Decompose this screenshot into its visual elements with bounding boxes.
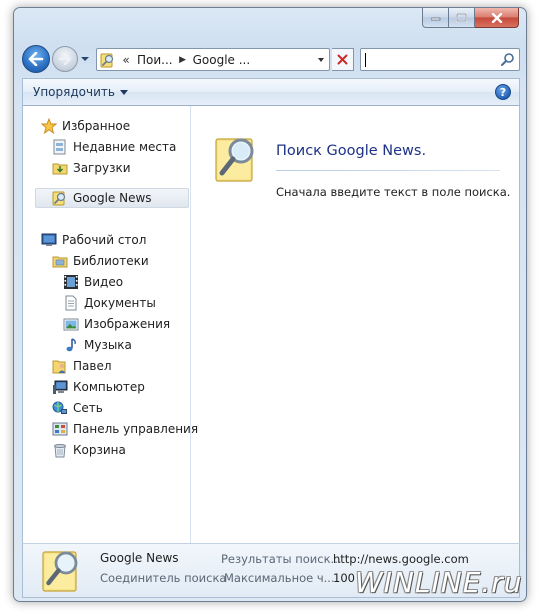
search-connector-large-icon [215,138,254,182]
recent-pages-dropdown-icon[interactable] [80,55,90,63]
explorer-window: « Пои... ▶ Google ... Упорядочить ? Избр… [13,7,527,602]
computer-icon [51,378,69,396]
details-item-type: Соединитель поиска [100,571,227,585]
sidebar-item-label: Избранное [62,119,131,133]
sidebar-item-label: Рабочий стол [62,233,147,247]
documents-library-icon [62,294,80,312]
back-button[interactable] [22,45,50,73]
recycle-bin-icon [51,441,69,459]
arrow-left-icon [28,52,44,66]
caption-buttons [422,8,519,28]
sidebar-item-google-news[interactable]: Google News [35,188,189,208]
sidebar-item-label: Панель управления [73,422,199,436]
navigation-bar: « Пои... ▶ Google ... [22,43,520,75]
maximize-icon [455,12,467,22]
address-bar[interactable]: « Пои... ▶ Google ... [96,48,330,71]
title-divider [276,170,500,171]
sidebar-item-label: Корзина [73,443,126,457]
star-icon [40,117,58,135]
organize-label: Упорядочить [33,85,115,99]
address-dropdown[interactable] [313,49,329,70]
sidebar-item-label: Загрузки [73,161,131,175]
sidebar-item-label: Видео [84,275,124,289]
details-prop-label: Максимальное ч... [224,571,335,585]
sidebar-item-documents[interactable]: Документы [62,293,156,313]
sidebar-item-video[interactable]: Видео [62,272,123,292]
sidebar-item-control-panel[interactable]: Панель управления [51,419,198,439]
sidebar-item-recycle-bin[interactable]: Корзина [51,440,126,460]
organize-button[interactable]: Упорядочить [33,85,128,99]
watermark: WINLINE.ru [355,566,523,599]
search-connector-large-icon [42,551,78,592]
stop-search-button[interactable] [332,48,354,71]
sidebar-item-desktop[interactable]: Рабочий стол [40,230,146,250]
sidebar-item-label: Изображения [84,317,171,331]
sidebar-item-label: Документы [84,296,156,310]
chevron-down-icon [119,89,128,95]
details-prop-value[interactable]: http://news.google.com [333,552,469,566]
downloads-folder-icon [51,159,69,177]
minimize-button[interactable] [422,8,449,28]
search-connector-icon [51,189,69,207]
chevron-right-icon[interactable]: ▶ [177,55,189,65]
details-prop-label: Результаты поиск... [221,552,342,566]
maximize-button[interactable] [449,8,475,28]
details-item-name: Google News [100,551,179,565]
sidebar-item-downloads[interactable]: Загрузки [51,158,131,178]
desktop-icon [40,231,58,249]
search-input[interactable] [365,51,495,68]
sidebar-item-favorites[interactable]: Избранное [40,116,130,136]
sidebar-item-network[interactable]: Сеть [51,398,103,418]
chevron-down-icon [318,57,324,62]
main-area: Избранное Недавние места Загрузки Google… [22,106,520,543]
empty-search-message: Сначала введите текст в поле поиска. [276,185,511,199]
stop-icon [337,54,348,65]
user-folder-icon [51,357,69,375]
navigation-pane: Избранное Недавние места Загрузки Google… [23,106,198,543]
sidebar-item-label: Недавние места [73,140,177,154]
music-library-icon [62,336,80,354]
arrow-right-icon [58,53,72,65]
address-overflow[interactable]: « [119,53,133,67]
details-prop-value[interactable]: 100 [333,571,355,585]
content-pane: Поиск Google News. Сначала введите текст… [192,106,519,543]
sidebar-item-libraries[interactable]: Библиотеки [51,251,149,271]
breadcrumb-google-news[interactable]: Google ... [189,49,255,70]
sidebar-item-music[interactable]: Музыка [62,335,132,355]
close-icon [491,12,502,23]
text-caret [365,53,366,67]
control-panel-icon [51,420,69,438]
sidebar-item-label: Компьютер [73,380,145,394]
search-connector-icon [97,49,119,70]
recent-places-icon [51,138,69,156]
help-icon: ? [499,85,507,99]
result-title: Поиск Google News. [276,143,427,159]
sidebar-item-label: Павел [73,359,112,373]
sidebar-item-label: Библиотеки [73,254,149,268]
sidebar-item-label: Сеть [73,401,103,415]
sidebar-item-user[interactable]: Павел [51,356,112,376]
pictures-library-icon [62,315,80,333]
search-box [360,48,520,71]
command-bar: Упорядочить ? [22,78,520,106]
sidebar-item-pictures[interactable]: Изображения [62,314,170,334]
libraries-icon [51,252,69,270]
sidebar-item-label: Музыка [84,338,132,352]
video-library-icon [62,273,80,291]
forward-button[interactable] [52,46,78,72]
network-icon [51,399,69,417]
help-button[interactable]: ? [495,84,511,100]
sidebar-item-label: Google News [73,191,152,205]
search-icon[interactable] [500,52,515,67]
breadcrumb-search[interactable]: Пои... [133,49,177,70]
sidebar-item-computer[interactable]: Компьютер [51,377,145,397]
sidebar-item-recent-places[interactable]: Недавние места [51,137,176,157]
close-button[interactable] [475,8,519,28]
minimize-icon [430,17,440,20]
